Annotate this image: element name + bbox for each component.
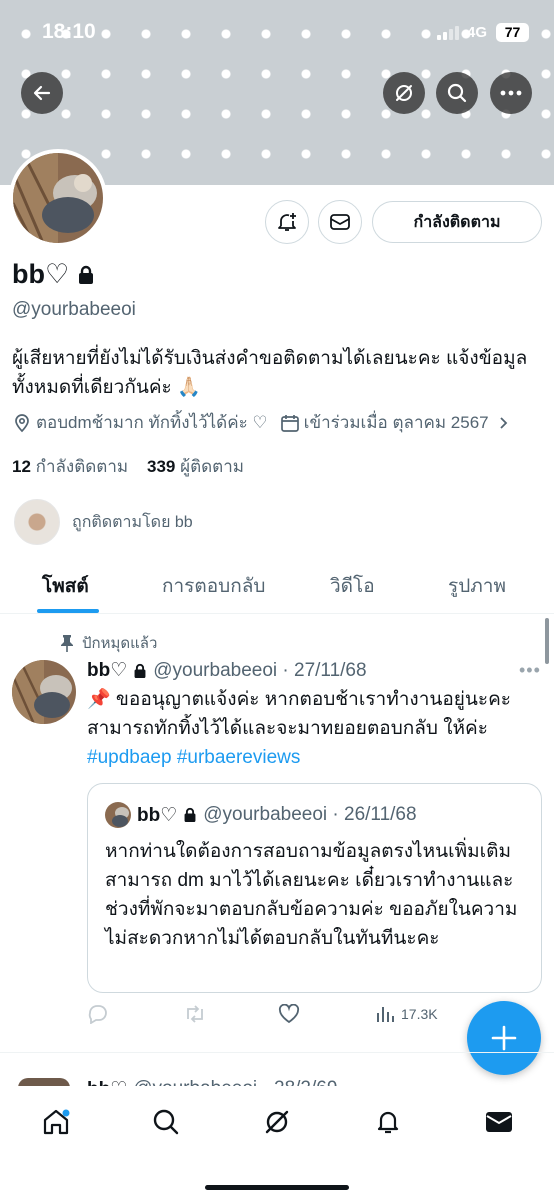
followers-label: ผู้ติดตาม <box>180 457 244 476</box>
tweet-avatar[interactable] <box>12 660 76 724</box>
views-button[interactable]: 17.3K <box>375 1004 438 1024</box>
tweet-body: 📌 ขออนุญาตแจ้งค่ะ หากตอบช้าเราทำงานอยู่น… <box>87 689 512 739</box>
message-button[interactable] <box>318 200 362 244</box>
tweet-divider <box>0 1052 554 1053</box>
status-time: 18:10 <box>42 20 96 43</box>
followed-by-text: ถูกติดตามโดย bb <box>72 513 193 531</box>
more-icon <box>500 90 522 96</box>
chevron-right-icon[interactable] <box>497 415 511 431</box>
search-icon <box>153 1109 179 1135</box>
calendar-icon <box>280 414 299 432</box>
battery-icon: 77 <box>496 23 529 42</box>
like-button[interactable] <box>278 1004 300 1024</box>
pin-icon <box>61 635 73 652</box>
follow-counts: 12 กำลังติดตาม 339 ผู้ติดตาม <box>12 453 244 480</box>
following-link[interactable]: 12 กำลังติดตาม <box>12 457 128 476</box>
tab-indicator <box>37 609 99 613</box>
nav-home[interactable] <box>40 1106 72 1138</box>
arrow-left-icon <box>33 85 51 101</box>
more-button[interactable] <box>490 72 532 114</box>
following-label: กำลังติดตาม <box>35 457 129 476</box>
quote-handle-date: @yourbabeeoi · 26/11/68 <box>203 804 417 825</box>
envelope-icon <box>330 214 350 230</box>
status-bar: 18:10 4G 77 <box>0 0 554 64</box>
tweet-author[interactable]: bb♡ <box>87 659 127 682</box>
compose-button[interactable] <box>467 1001 541 1075</box>
tweet-handle-date: @yourbabeeoi · 27/11/68 <box>153 659 367 681</box>
location-icon <box>15 413 29 432</box>
tweet-text: 📌 ขออนุญาตแจ้งค่ะ หากตอบช้าเราทำงานอยู่น… <box>87 685 542 772</box>
repost-button[interactable] <box>183 1004 207 1024</box>
quote-text: หากท่านใดต้องการสอบถามข้อมูลตรงไหนเพิ่มเ… <box>105 841 518 949</box>
following-button[interactable]: กำลังติดตาม <box>372 201 542 243</box>
home-icon <box>43 1109 70 1135</box>
search-button[interactable] <box>436 72 478 114</box>
follower-avatar <box>14 499 60 545</box>
signal-icon <box>437 26 459 40</box>
pinned-text: ปักหมุดแล้ว <box>82 635 158 652</box>
heart-icon <box>278 1004 300 1024</box>
views-count: 17.3K <box>401 1006 438 1022</box>
plus-icon <box>491 1025 517 1051</box>
chart-icon <box>377 1007 394 1022</box>
profile-bio: ผู้เสียหายที่ยังไม่ได้รับเงินส่งคำขอติดต… <box>12 348 528 398</box>
reply-icon <box>88 1005 107 1024</box>
bottom-nav <box>0 1086 554 1199</box>
lock-icon <box>134 663 146 678</box>
profile-meta: ตอบdmช้ามาก ทักทิ้งไว้ได้ค่ะ ♡ เข้าร่วมเ… <box>12 409 511 436</box>
network-label: 4G <box>467 24 488 41</box>
scrollbar[interactable] <box>545 618 549 664</box>
followers-link[interactable]: 339 ผู้ติดตาม <box>147 457 244 476</box>
back-button[interactable] <box>21 72 63 114</box>
nav-search[interactable] <box>150 1106 182 1138</box>
nav-messages[interactable] <box>483 1106 515 1138</box>
lock-icon <box>184 807 196 822</box>
notify-button[interactable] <box>265 200 309 244</box>
home-indicator <box>205 1185 349 1190</box>
profile-name: bb♡ <box>12 259 95 290</box>
quote-header: bb♡ @yourbabeeoi · 26/11/68 <box>105 802 417 828</box>
lock-icon <box>79 265 94 284</box>
bell-icon <box>377 1111 399 1134</box>
profile-avatar[interactable] <box>9 149 107 247</box>
tab-videos[interactable]: วิดีโอ <box>330 571 375 601</box>
grok-icon <box>265 1110 289 1134</box>
quote-avatar <box>105 802 131 828</box>
nav-grok[interactable] <box>261 1106 293 1138</box>
followers-count: 339 <box>147 457 176 476</box>
pinned-label: ปักหมุดแล้ว <box>60 631 157 655</box>
tab-photos[interactable]: รูปภาพ <box>448 571 506 601</box>
profile-name-text: bb♡ <box>12 259 70 289</box>
tweet-header: bb♡ @yourbabeeoi · 27/11/68 <box>87 659 367 682</box>
location-text: ตอบdmช้ามาก ทักทิ้งไว้ได้ค่ะ ♡ <box>36 413 268 432</box>
grok-button[interactable] <box>383 72 425 114</box>
envelope-icon <box>486 1112 512 1132</box>
reply-button[interactable] <box>87 1004 109 1024</box>
tab-replies[interactable]: การตอบกลับ <box>162 571 265 601</box>
repost-icon <box>187 1005 203 1023</box>
tab-posts[interactable]: โพสต์ <box>42 571 89 601</box>
joined-text: เข้าร่วมเมื่อ ตุลาคม 2567 <box>303 413 489 432</box>
tweet-more-icon[interactable]: ••• <box>519 660 541 681</box>
quoted-tweet[interactable]: bb♡ @yourbabeeoi · 26/11/68 หากท่านใดต้อ… <box>87 783 542 993</box>
quote-author: bb♡ <box>137 804 178 826</box>
followed-by[interactable]: ถูกติดตามโดย bb <box>14 499 193 545</box>
profile-handle: @yourbabeeoi <box>12 299 136 320</box>
following-count: 12 <box>12 457 31 476</box>
bell-plus-icon <box>278 213 296 231</box>
nav-notifications[interactable] <box>372 1106 404 1138</box>
avatar-image <box>13 153 103 243</box>
search-icon <box>447 83 467 103</box>
profile-tabs: โพสต์ การตอบกลับ วิดีโอ รูปภาพ <box>0 557 554 614</box>
tweet-hashtags[interactable]: #updbaep #urbaereviews <box>87 743 542 772</box>
grok-icon <box>396 85 412 101</box>
tweet-avatar-image <box>12 660 76 724</box>
